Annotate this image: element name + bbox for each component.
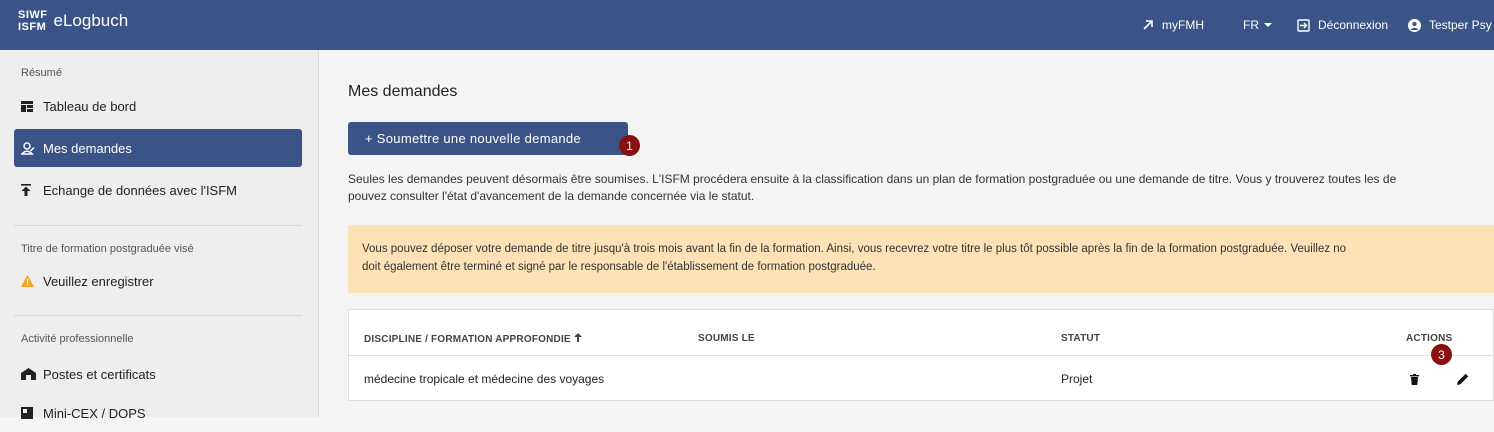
user-menu[interactable]: Testper Psy (1408, 0, 1492, 50)
sidebar-item-mini-cex[interactable]: Mini-CEX / DOPS (14, 394, 302, 432)
submit-new-request-button[interactable]: + Soumettre une nouvelle demande (348, 122, 628, 155)
logout-icon (1297, 18, 1310, 32)
pencil-icon (1457, 373, 1469, 385)
section-title-target: Titre de formation postgraduée visé (21, 243, 194, 255)
requests-table: DISCIPLINE / FORMATION APPROFONDIE SOUMI… (348, 309, 1494, 401)
sidebar-item-data-exchange[interactable]: Echange de données avec l'ISFM (14, 171, 302, 209)
sidebar-item-positions[interactable]: Postes et certificats (14, 355, 302, 393)
column-header-status[interactable]: STATUT (1061, 333, 1100, 344)
clipboard-icon (21, 407, 43, 419)
column-header-actions: ACTIONS (1406, 333, 1453, 344)
page-title: Mes demandes (348, 83, 458, 100)
section-title-resume: Résumé (21, 67, 62, 79)
sidebar-item-register-title[interactable]: Veuillez enregistrer (14, 262, 302, 300)
cell-discipline: médecine tropicale et médecine des voyag… (364, 372, 605, 386)
cell-status: Projet (1061, 372, 1093, 386)
sidebar: Résumé Tableau de bord Mes demandes Echa… (0, 50, 319, 421)
column-header-discipline[interactable]: DISCIPLINE / FORMATION APPROFONDIE (364, 333, 582, 345)
delete-button[interactable] (1410, 372, 1419, 390)
sort-arrow-up-icon (573, 333, 582, 342)
dashboard-icon (21, 100, 43, 112)
upload-icon (21, 184, 43, 196)
logout-link[interactable]: Déconnexion (1297, 0, 1388, 50)
trash-icon (1410, 374, 1419, 385)
warning-icon (21, 275, 43, 287)
language-dropdown[interactable]: FR (1243, 0, 1272, 50)
user-circle-icon (1408, 18, 1421, 32)
logo-mark: SIWF ISFM (18, 9, 48, 33)
column-header-submitted[interactable]: SOUMIS LE (698, 333, 755, 344)
header-row-divider (349, 355, 1494, 356)
sidebar-item-requests[interactable]: Mes demandes (14, 129, 302, 167)
step-badge-3: 3 (1431, 344, 1452, 365)
sidebar-divider (14, 225, 302, 226)
step-badge-1: 1 (619, 135, 640, 156)
logo[interactable]: SIWF ISFM eLogbuch (18, 9, 128, 33)
app-name: eLogbuch (53, 11, 129, 30)
info-alert: Vous pouvez déposer votre demande de tit… (348, 225, 1494, 293)
edit-button[interactable] (1457, 372, 1469, 390)
sidebar-item-dashboard[interactable]: Tableau de bord (14, 87, 302, 125)
top-bar: SIWF ISFM eLogbuch myFMH FR Déconnexion … (0, 0, 1494, 50)
intro-text: Seules les demandes peuvent désormais êt… (348, 172, 1397, 203)
main-content: Mes demandes + Soumettre une nouvelle de… (319, 50, 1494, 417)
building-icon (21, 368, 43, 380)
sidebar-divider (14, 315, 302, 316)
section-title-activity: Activité professionnelle (21, 333, 134, 345)
requests-icon (21, 141, 43, 155)
arrow-up-right-icon (1143, 20, 1153, 30)
myfmh-link[interactable]: myFMH (1142, 0, 1204, 50)
caret-down-icon (1264, 23, 1272, 27)
